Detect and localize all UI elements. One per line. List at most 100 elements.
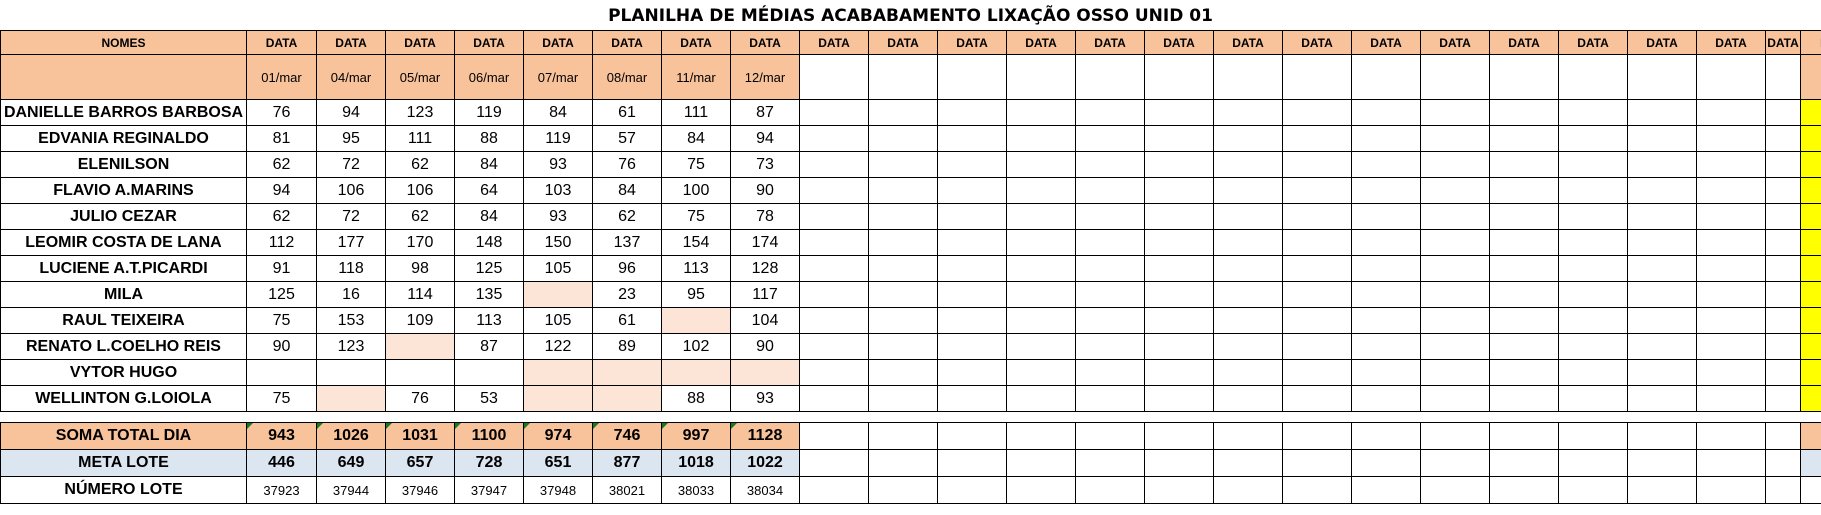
employee-name[interactable]: LEOMIR COSTA DE LANA (0, 229, 247, 256)
value-cell[interactable] (661, 359, 731, 386)
empty-cell[interactable] (1627, 203, 1697, 230)
date-header[interactable]: 11/mar (661, 54, 731, 100)
empty-cell[interactable] (1282, 359, 1352, 386)
empty-cell[interactable] (868, 333, 938, 360)
empty-cell[interactable] (1006, 359, 1076, 386)
empty-cell[interactable] (1351, 125, 1421, 152)
data-column-header[interactable]: DATA (592, 30, 662, 55)
empty-cell[interactable] (1558, 99, 1628, 126)
empty-cell[interactable] (1696, 385, 1766, 412)
meta-lote-row-value[interactable]: 649 (316, 449, 386, 477)
value-cell[interactable]: 75 (246, 385, 317, 412)
empty-cell[interactable] (868, 99, 938, 126)
empty-cell[interactable] (1351, 203, 1421, 230)
data-column-header[interactable]: DATA (937, 30, 1007, 55)
empty-cell[interactable] (1144, 151, 1214, 178)
media-cell[interactable]: 75 (1800, 151, 1821, 178)
empty-cell[interactable] (799, 307, 869, 334)
empty-cell[interactable] (1627, 307, 1697, 334)
empty-cell[interactable] (1351, 359, 1421, 386)
data-column-header[interactable]: DATA (1282, 30, 1352, 55)
empty-cell[interactable] (868, 177, 938, 204)
empty-cell[interactable] (1282, 307, 1352, 334)
value-cell[interactable]: 111 (385, 125, 455, 152)
empty-cell[interactable] (1075, 359, 1145, 386)
value-cell[interactable]: 154 (661, 229, 731, 256)
empty-cell[interactable] (1420, 449, 1490, 477)
value-cell[interactable] (385, 333, 455, 360)
data-column-header[interactable]: DATA (246, 30, 317, 55)
empty-cell[interactable] (1075, 229, 1145, 256)
value-cell[interactable]: 117 (730, 281, 800, 308)
empty-cell[interactable] (1558, 385, 1628, 412)
empty-cell[interactable] (1213, 229, 1283, 256)
value-cell[interactable] (661, 307, 731, 334)
value-cell[interactable]: 123 (316, 333, 386, 360)
numero-lote-row-value[interactable]: 38034 (730, 476, 800, 504)
value-cell[interactable]: 105 (523, 255, 593, 282)
empty-cell[interactable] (1144, 385, 1214, 412)
empty-cell[interactable] (1765, 203, 1801, 230)
empty-cell[interactable] (1558, 422, 1628, 450)
value-cell[interactable]: 84 (454, 151, 524, 178)
value-cell[interactable]: 91 (246, 255, 317, 282)
data-column-header[interactable]: DATA (661, 30, 731, 55)
names-header[interactable]: NOMES (0, 30, 247, 55)
empty-cell[interactable] (1075, 307, 1145, 334)
date-header-empty[interactable] (1489, 54, 1559, 100)
empty-cell[interactable] (1213, 307, 1283, 334)
empty-cell[interactable] (1558, 229, 1628, 256)
empty-cell[interactable] (1696, 449, 1766, 477)
empty-cell[interactable] (1489, 476, 1559, 504)
empty-cell[interactable] (1765, 333, 1801, 360)
empty-cell[interactable] (1213, 359, 1283, 386)
meta-lote-row-value[interactable]: 1022 (730, 449, 800, 477)
empty-cell[interactable] (1213, 385, 1283, 412)
value-cell[interactable]: 174 (730, 229, 800, 256)
value-cell[interactable]: 104 (730, 307, 800, 334)
empty-cell[interactable] (799, 359, 869, 386)
empty-cell[interactable] (1558, 449, 1628, 477)
data-column-header[interactable]: DATA (1627, 30, 1697, 55)
empty-cell[interactable] (1558, 255, 1628, 282)
empty-cell[interactable] (1213, 281, 1283, 308)
employee-name[interactable]: FLAVIO A.MARINS (0, 177, 247, 204)
value-cell[interactable]: 122 (523, 333, 593, 360)
empty-cell[interactable] (1351, 449, 1421, 477)
empty-cell[interactable] (1765, 99, 1801, 126)
empty-cell[interactable] (1075, 333, 1145, 360)
empty-cell[interactable] (937, 229, 1007, 256)
meta-lote-row-label[interactable]: META LOTE (0, 449, 247, 477)
empty-cell[interactable] (1627, 125, 1697, 152)
value-cell[interactable]: 76 (246, 99, 317, 126)
data-column-header[interactable]: DATA (1765, 30, 1801, 55)
empty-cell[interactable] (1144, 359, 1214, 386)
empty-cell[interactable] (1489, 125, 1559, 152)
value-cell[interactable]: 61 (592, 99, 662, 126)
empty-cell[interactable] (1282, 177, 1352, 204)
media-cell[interactable]: '' (1800, 359, 1821, 386)
value-cell[interactable]: 87 (454, 333, 524, 360)
value-cell[interactable]: 119 (454, 99, 524, 126)
value-cell[interactable]: 84 (661, 125, 731, 152)
empty-cell[interactable] (937, 476, 1007, 504)
empty-cell[interactable] (1696, 229, 1766, 256)
empty-cell[interactable] (1006, 229, 1076, 256)
date-header[interactable]: 04/mar (316, 54, 386, 100)
value-cell[interactable]: 102 (661, 333, 731, 360)
value-cell[interactable]: 84 (523, 99, 593, 126)
empty-cell[interactable] (1144, 476, 1214, 504)
empty-cell[interactable] (1558, 203, 1628, 230)
media-cell[interactable]: 91 (1800, 125, 1821, 152)
data-column-header[interactable]: DATA (1075, 30, 1145, 55)
empty-cell[interactable] (1144, 203, 1214, 230)
value-cell[interactable] (246, 359, 317, 386)
value-cell[interactable]: 23 (592, 281, 662, 308)
empty-cell[interactable] (1627, 449, 1697, 477)
date-header-empty[interactable] (1420, 54, 1490, 100)
value-cell[interactable] (385, 359, 455, 386)
meta-lote-row-value[interactable]: 657 (385, 449, 455, 477)
empty-cell[interactable] (1282, 229, 1352, 256)
empty-cell[interactable] (1696, 281, 1766, 308)
empty-cell[interactable] (1144, 307, 1214, 334)
